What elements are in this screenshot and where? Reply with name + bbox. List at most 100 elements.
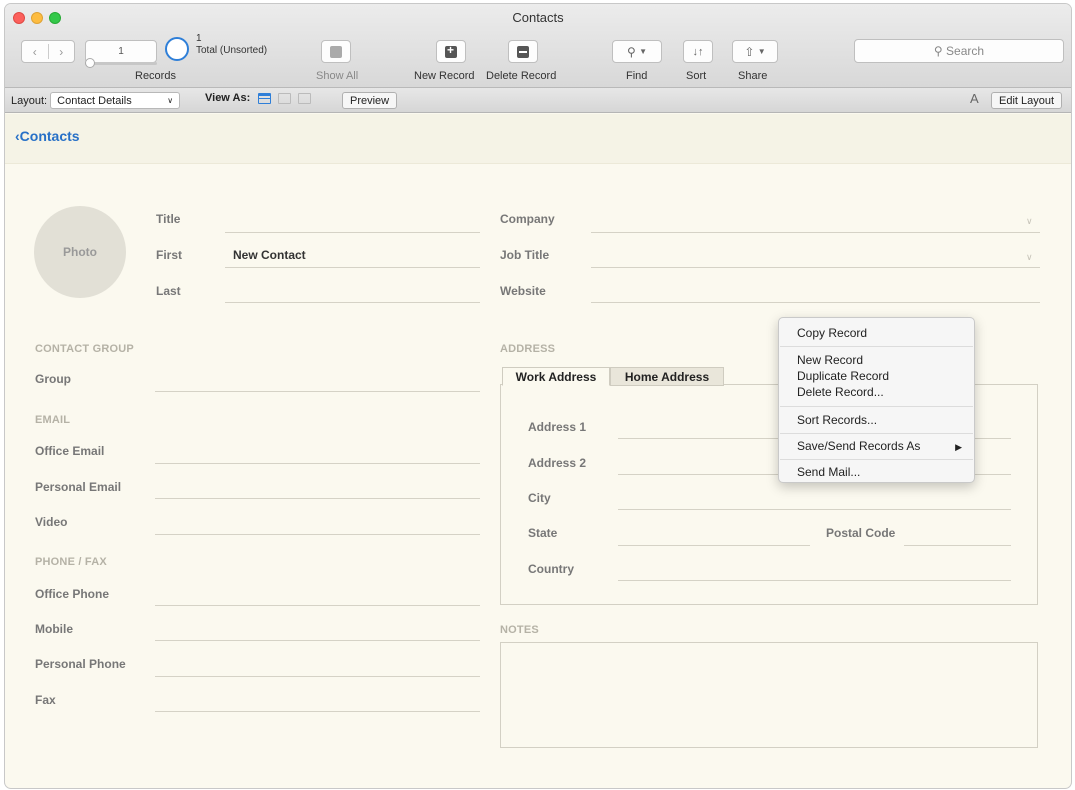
sort-label: Sort: [686, 70, 707, 82]
back-to-contacts-link[interactable]: ‹Contacts: [15, 128, 80, 144]
office-email-label: Office Email: [35, 444, 105, 458]
personal-phone-field[interactable]: [155, 676, 480, 677]
layout-selector: Layout: Contact Details ∨: [11, 92, 181, 109]
office-email-field[interactable]: [155, 463, 480, 464]
video-field[interactable]: [155, 534, 480, 535]
office-phone-label: Office Phone: [35, 587, 110, 601]
previous-record-icon[interactable]: ‹: [22, 45, 48, 59]
email-heading: EMAIL: [35, 414, 71, 426]
sort-icon: ↓↑: [692, 45, 704, 58]
share-label: Share: [738, 70, 768, 82]
menu-item-sort-records[interactable]: Sort Records...: [797, 413, 877, 427]
font-size-icon[interactable]: A: [970, 91, 979, 106]
state-field[interactable]: [618, 545, 810, 546]
layout-dropdown[interactable]: Contact Details ∨: [50, 92, 181, 109]
search-field[interactable]: ⚲ Search: [854, 39, 1064, 63]
company-field[interactable]: [591, 232, 1040, 233]
first-name-value[interactable]: New Contact: [233, 248, 306, 262]
record-count-status: Total (Unsorted): [196, 45, 268, 56]
tab-home-address[interactable]: Home Address: [610, 367, 724, 386]
photo-placeholder[interactable]: Photo: [34, 206, 126, 298]
job-title-label: Job Title: [500, 248, 550, 262]
back-label: Contacts: [19, 128, 80, 144]
record-slider-track[interactable]: [85, 62, 157, 65]
mobile-label: Mobile: [35, 622, 73, 636]
menu-item-copy-record[interactable]: Copy Record: [797, 326, 867, 340]
new-record-button[interactable]: [436, 40, 466, 63]
record-context-menu: Copy Record New Record Duplicate Record …: [778, 317, 975, 483]
group-field[interactable]: [155, 391, 480, 392]
fax-field[interactable]: [155, 711, 480, 712]
current-record-field[interactable]: 1: [85, 40, 157, 63]
chevron-down-icon: ▼: [639, 47, 648, 56]
record-slider-knob[interactable]: [85, 58, 95, 68]
minus-icon: [517, 45, 529, 58]
company-label: Company: [500, 212, 555, 226]
title-field[interactable]: [225, 232, 480, 233]
company-chevron-icon[interactable]: ∨: [1026, 216, 1033, 227]
record-nav-arrows[interactable]: ‹ ›: [21, 40, 75, 63]
search-placeholder: Search: [946, 44, 985, 58]
header-strip: [5, 114, 1071, 164]
website-field[interactable]: [591, 302, 1040, 303]
form-view-icon[interactable]: [258, 92, 272, 104]
table-view-icon[interactable]: [298, 92, 312, 104]
city-field[interactable]: [618, 509, 1011, 510]
layout-bar: Layout: Contact Details ∨ View As: Previ…: [5, 88, 1071, 113]
last-label: Last: [156, 284, 181, 298]
job-title-chevron-icon[interactable]: ∨: [1026, 252, 1033, 263]
delete-record-label: Delete Record: [486, 70, 557, 82]
next-record-icon[interactable]: ›: [49, 45, 75, 59]
notes-heading: NOTES: [500, 624, 539, 636]
address-heading: ADDRESS: [500, 343, 556, 355]
office-phone-field[interactable]: [155, 605, 480, 606]
tab-work-address[interactable]: Work Address: [502, 367, 610, 386]
last-name-field[interactable]: [225, 302, 480, 303]
chevron-down-icon: ▼: [757, 47, 766, 56]
plus-icon: [445, 43, 457, 58]
menu-item-save-send-records[interactable]: Save/Send Records As: [797, 439, 920, 453]
app-window: Contacts ‹ › 1 1 Total (Unsorted) Record…: [5, 4, 1071, 788]
group-label: Group: [35, 372, 71, 386]
title-label: Title: [156, 212, 181, 226]
city-label: City: [528, 491, 551, 505]
list-view-icon[interactable]: [278, 92, 292, 104]
postal-code-field[interactable]: [904, 545, 1011, 546]
window-title: Contacts: [512, 10, 564, 25]
mobile-field[interactable]: [155, 640, 480, 641]
show-all-label: Show All: [316, 70, 359, 82]
record-pie-icon: [165, 37, 189, 61]
menu-item-delete-record[interactable]: Delete Record...: [797, 385, 884, 399]
share-icon: ⇧: [744, 44, 755, 59]
photo-label: Photo: [63, 245, 97, 259]
layout-value: Contact Details: [57, 94, 132, 107]
search-icon: ⚲: [933, 44, 943, 58]
share-button[interactable]: ⇧ ▼: [732, 40, 778, 63]
country-label: Country: [528, 562, 574, 576]
state-label: State: [528, 526, 558, 540]
first-name-field[interactable]: [225, 267, 480, 268]
menu-item-send-mail[interactable]: Send Mail...: [797, 465, 860, 479]
website-label: Website: [500, 284, 546, 298]
fax-label: Fax: [35, 693, 56, 707]
contact-group-heading: CONTACT GROUP: [35, 343, 134, 355]
job-title-field[interactable]: [591, 267, 1040, 268]
menu-item-new-record[interactable]: New Record: [797, 353, 863, 367]
notes-field[interactable]: [500, 642, 1038, 748]
view-mode-icons: [258, 92, 312, 104]
preview-button[interactable]: Preview: [342, 92, 398, 109]
menu-divider: [780, 406, 973, 407]
show-all-button[interactable]: [321, 40, 351, 63]
find-button[interactable]: ⚲ ▼: [612, 40, 662, 63]
phone-fax-heading: PHONE / FAX: [35, 556, 107, 568]
menu-item-duplicate-record[interactable]: Duplicate Record: [797, 369, 889, 383]
chevron-down-icon: ∨: [167, 96, 174, 105]
edit-layout-button[interactable]: Edit Layout: [991, 92, 1063, 109]
country-field[interactable]: [618, 580, 1011, 581]
personal-email-field[interactable]: [155, 498, 480, 499]
edit-layout-group: Edit Layout: [991, 92, 1063, 109]
delete-record-button[interactable]: [508, 40, 538, 63]
video-label: Video: [35, 515, 68, 529]
sort-button[interactable]: ↓↑: [683, 40, 713, 63]
records-label: Records: [135, 70, 176, 82]
